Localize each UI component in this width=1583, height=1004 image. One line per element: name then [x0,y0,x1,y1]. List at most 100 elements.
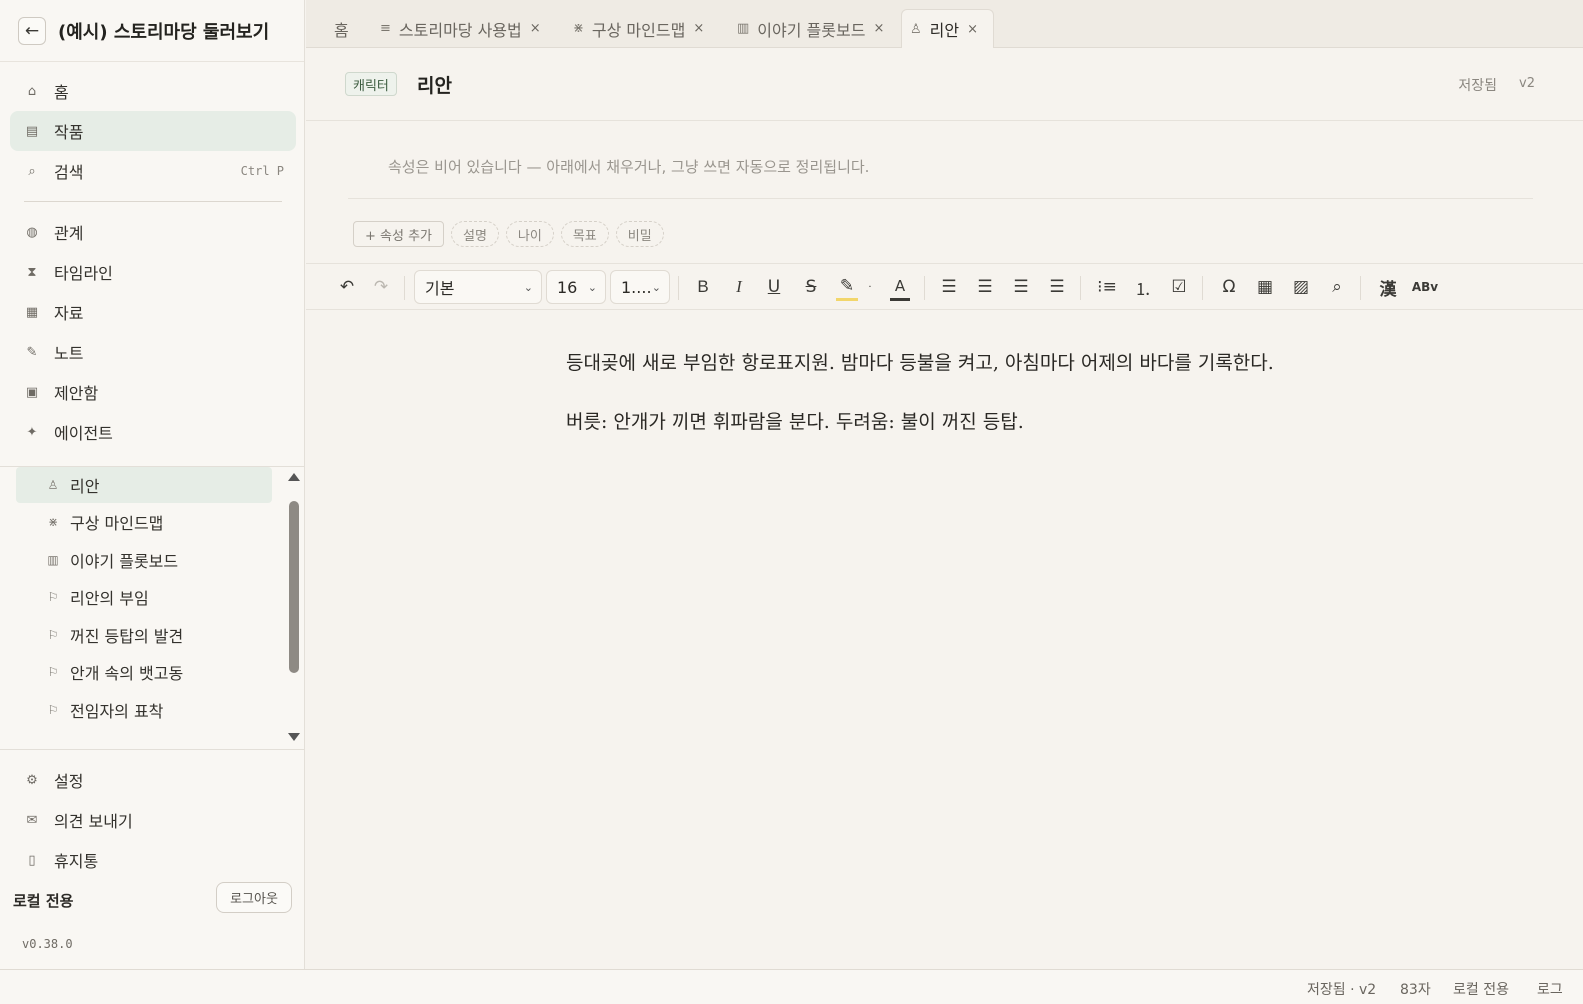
undo-icon[interactable]: ↶ [336,274,358,300]
special-char-icon[interactable]: Ω [1218,274,1240,300]
find-icon[interactable]: ⌕ [1326,274,1348,300]
search-shortcut: Ctrl P [240,164,284,178]
tab-character[interactable]: ♙ 리안 × [901,9,994,48]
redo-icon[interactable]: ↷ [370,274,392,300]
numbered-list-icon[interactable]: ⒈ [1132,274,1154,300]
tab-home[interactable]: 홈 [326,9,357,48]
bottom-nav: ⚙ 설정 ✉ 의견 보내기 ▯ 휴지통 [10,760,296,880]
nav-item-works[interactable]: ▤ 작품 [10,111,296,151]
scroll-thumb[interactable] [289,501,299,673]
project-title: (예시) 스토리마당 둘러보기 [58,21,270,43]
version-tag[interactable]: v2 [1519,76,1535,91]
nav-item-settings[interactable]: ⚙ 설정 [10,760,296,800]
gear-icon: ⚙ [26,772,38,788]
tree-item[interactable]: ⚐ 리안의 부임 [16,579,272,615]
property-chip-goal[interactable]: 목표 [560,221,609,247]
nav-item-agent[interactable]: ✦ 에이전트 [10,412,296,452]
save-status: 저장됨 · v2 [1307,982,1377,998]
flag-icon: ⚐ [47,703,59,717]
property-chip-secret[interactable]: 비밀 [615,221,664,247]
hanja-icon[interactable]: 漢 [1376,274,1400,300]
nav-item-relations[interactable]: ◍ 관계 [10,212,296,252]
nav-item-timeline[interactable]: ⧗ 타임라인 [10,252,296,292]
tree-item[interactable]: ⚐ 전임자의 표착 [16,692,272,728]
align-justify-icon[interactable]: ☰ [1046,274,1068,300]
highlight-dropdown-icon[interactable]: · [864,274,876,300]
line-height-select[interactable]: 1.... ⌄ [610,270,670,304]
bullet-list-icon[interactable]: ⁝≡ [1096,274,1118,300]
nav-item-materials[interactable]: ▦ 자료 [10,292,296,332]
nav-item-notes[interactable]: ✎ 노트 [10,332,296,372]
flag-icon: ⚐ [47,665,59,679]
highlighter-icon[interactable]: ✎ [836,274,858,301]
property-chip-age[interactable]: 나이 [505,221,554,247]
editor-paragraph[interactable]: 버릇: 안개가 끼면 휘파람을 분다. 두려움: 불이 꺼진 등탑. [566,403,1311,442]
tree-item[interactable]: ⚐ 안개 속의 뱃고동 [16,654,272,690]
italic-icon[interactable]: I [728,274,750,300]
toolbar-separator [678,276,679,300]
scroll-down-arrow-icon[interactable] [288,733,300,741]
text-color-icon[interactable]: A [890,274,910,301]
nav-item-feedback[interactable]: ✉ 의견 보내기 [10,800,296,840]
tree-item[interactable]: ⚐ 꺼진 등탑의 발견 [16,617,272,653]
strikethrough-icon[interactable]: S [800,274,822,300]
mindmap-icon: ⋇ [47,515,59,529]
app-version: v0.38.0 [22,937,73,951]
properties-empty-hint: 속성은 비어 있습니다 — 아래에서 채우거나, 그냥 쓰면 자동으로 정리됩니… [388,158,870,176]
underline-icon[interactable]: U [763,274,785,300]
toolbar-separator [404,276,405,300]
mail-icon: ✉ [26,812,38,828]
align-left-icon[interactable]: ☰ [938,274,960,300]
sidebar-header: ← (예시) 스토리마당 둘러보기 [0,0,304,62]
account-row: 로컬 전용 로그아웃 [0,882,305,918]
inbox-icon: ▣ [25,384,39,400]
font-size-select[interactable]: 16 ⌄ [546,270,606,304]
sidebar: ← (예시) 스토리마당 둘러보기 ⌂ 홈 ▤ 작품 ⌕ 검색 Ctrl P ◍… [0,0,305,969]
editor-body[interactable]: 등대곶에 새로 부임한 항로표지원. 밤마다 등불을 켜고, 아침마다 어제의 … [566,344,1311,462]
toolbar-separator [1360,276,1361,300]
chevron-down-icon: ⌄ [523,280,533,294]
tab-mindmap[interactable]: ⋇ 구상 마인드맵 × [565,9,712,48]
back-button[interactable]: ← [18,16,46,45]
tree-scrollbar[interactable] [287,471,301,747]
add-property-button[interactable]: + 속성 추가 [353,221,444,247]
nav-item-home[interactable]: ⌂ 홈 [10,71,296,111]
bold-icon[interactable]: B [692,274,714,300]
spellcheck-icon[interactable]: ABv [1412,274,1438,300]
plotboard-icon: ▥ [737,21,750,36]
hourglass-icon: ⧗ [27,264,37,280]
close-icon[interactable]: × [530,21,541,36]
logout-button[interactable]: 로그아웃 [216,882,292,913]
tab-guide[interactable]: ≡ 스토리마당 사용법 × [372,9,549,48]
editor-paragraph[interactable]: 등대곶에 새로 부임한 항로표지원. 밤마다 등불을 켜고, 아침마다 어제의 … [566,344,1311,383]
table-icon[interactable]: ▦ [1254,274,1276,300]
close-icon[interactable]: × [967,22,978,37]
person-icon: ♙ [47,478,59,492]
nav-item-trash[interactable]: ▯ 휴지통 [10,840,296,880]
nav-item-inbox[interactable]: ▣ 제안함 [10,372,296,412]
nav-item-search[interactable]: ⌕ 검색 Ctrl P [10,151,296,191]
align-right-icon[interactable]: ☰ [1010,274,1032,300]
tree-item[interactable]: ▥ 이야기 플롯보드 [16,542,272,578]
document-title[interactable]: 리안 [417,71,452,98]
main-nav: ⌂ 홈 ▤ 작품 ⌕ 검색 Ctrl P ◍ 관계 ⧗ 타임라인 ▦ 자료 ✎ … [10,71,296,452]
paragraph-style-select[interactable]: 기본 ⌄ [414,270,542,304]
close-icon[interactable]: × [693,21,704,36]
tree-item[interactable]: ♙ 리안 [16,467,272,503]
close-icon[interactable]: × [873,21,884,36]
image-icon[interactable]: ▨ [1290,274,1312,300]
log-button[interactable]: 로그 [1537,979,1563,999]
person-icon: ♙ [910,21,922,37]
property-chips: + 속성 추가 설명 나이 목표 비밀 [353,221,664,247]
tree-item[interactable]: ⋇ 구상 마인드맵 [16,504,272,540]
kind-badge: 캐릭터 [345,72,397,96]
tab-plotboard[interactable]: ▥ 이야기 플롯보드 × [729,9,892,48]
align-center-icon[interactable]: ☰ [974,274,996,300]
toolbar-separator [924,276,925,300]
checklist-icon[interactable]: ☑ [1168,274,1190,300]
property-chip-description[interactable]: 설명 [451,221,499,247]
scroll-up-arrow-icon[interactable] [288,473,300,481]
document-header: 캐릭터 리안 저장됨 v2 [306,49,1583,121]
home-icon: ⌂ [27,83,37,99]
saved-status: 저장됨 [1458,78,1497,94]
